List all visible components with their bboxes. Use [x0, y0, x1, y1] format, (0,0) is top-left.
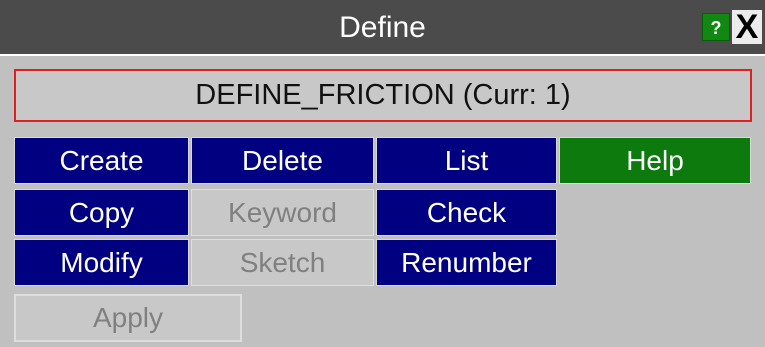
current-keyword-display: DEFINE_FRICTION (Curr: 1): [14, 69, 752, 122]
check-button[interactable]: Check: [376, 189, 557, 236]
delete-button[interactable]: Delete: [191, 137, 374, 184]
sketch-button[interactable]: Sketch: [191, 239, 374, 286]
window-title: Define: [339, 11, 426, 44]
list-button[interactable]: List: [376, 137, 557, 184]
modify-button[interactable]: Modify: [14, 239, 189, 286]
apply-button[interactable]: Apply: [14, 294, 242, 342]
define-panel: Define ? X DEFINE_FRICTION (Curr: 1) Cre…: [0, 0, 765, 347]
title-bar[interactable]: Define ? X: [0, 0, 765, 56]
close-icon[interactable]: X: [732, 10, 762, 44]
renumber-button[interactable]: Renumber: [376, 239, 557, 286]
keyword-button[interactable]: Keyword: [191, 189, 374, 236]
question-mark-icon[interactable]: ?: [702, 13, 730, 41]
help-button[interactable]: Help: [559, 137, 751, 184]
create-button[interactable]: Create: [14, 137, 189, 184]
copy-button[interactable]: Copy: [14, 189, 189, 236]
